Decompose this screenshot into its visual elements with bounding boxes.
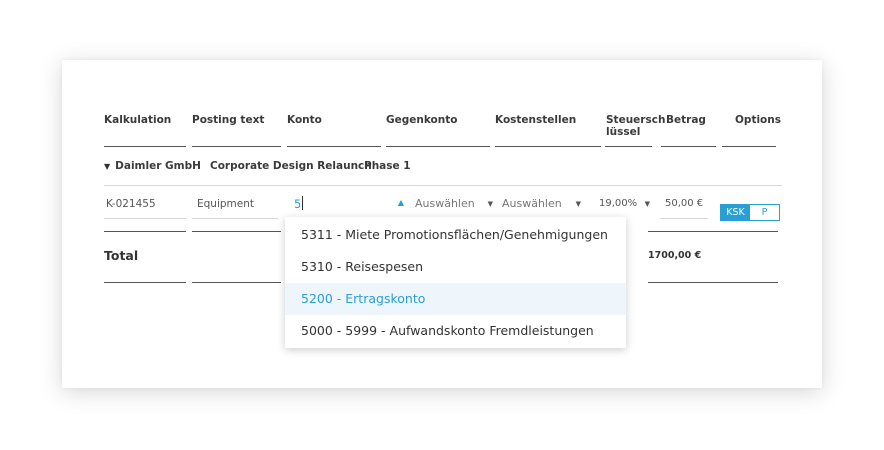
total-divider xyxy=(104,282,186,283)
row-kalkulation: K-021455 xyxy=(106,198,156,210)
accounting-card: Kalkulation Posting text Konto Gegenkont… xyxy=(62,60,822,388)
group-client: Daimler GmbH xyxy=(115,160,201,172)
triangle-down-icon: ▼ xyxy=(104,161,111,171)
row-divider xyxy=(192,231,281,232)
text-cursor xyxy=(302,196,303,210)
header-steuerschluessel: Steuersch lüssel xyxy=(606,114,666,138)
field-underline xyxy=(192,218,278,219)
header-underline xyxy=(104,146,186,147)
options-toggle: KSK P xyxy=(720,204,780,221)
total-amount: 1700,00 € xyxy=(648,250,702,261)
dropdown-option[interactable]: 5000 - 5999 - Aufwandskonto Fremdleistun… xyxy=(285,315,626,347)
konto-input[interactable]: 5 ▲ xyxy=(286,191,408,218)
caret-down-icon: ▼ xyxy=(575,199,581,208)
row-betrag[interactable]: 50,00 € xyxy=(665,198,703,209)
header-kalkulation: Kalkulation xyxy=(104,114,172,126)
field-underline xyxy=(660,218,708,219)
dropdown-option[interactable]: 5310 - Reisespesen xyxy=(285,251,626,283)
dropdown-option[interactable]: 5311 - Miete Promotionsflächen/Genehmigu… xyxy=(285,219,626,251)
row-divider xyxy=(104,231,186,232)
kostenstellen-select[interactable]: Auswählen ▼ xyxy=(502,197,581,210)
kostenstellen-value: Auswählen xyxy=(502,197,562,210)
dropdown-option-selected[interactable]: 5200 - Ertragskonto xyxy=(285,283,626,315)
steuer-value: 19,00% xyxy=(599,198,638,209)
group-project: Corporate Design Relaunch xyxy=(210,160,372,172)
gegenkonto-value: Auswählen xyxy=(415,197,475,210)
header-underline xyxy=(722,146,776,147)
header-betrag: Betrag xyxy=(666,114,706,126)
gegenkonto-select[interactable]: Auswählen ▼ xyxy=(415,197,493,210)
steuer-select[interactable]: 19,00% ▼ xyxy=(599,198,650,209)
header-underline xyxy=(661,146,716,147)
group-toggle[interactable]: ▼ Daimler GmbH xyxy=(104,160,201,172)
total-divider xyxy=(648,282,778,283)
total-divider xyxy=(192,282,281,283)
chevron-up-icon[interactable]: ▲ xyxy=(398,198,404,207)
header-underline xyxy=(386,146,490,147)
ksk-button[interactable]: KSK xyxy=(721,205,750,220)
group-phase: Phase 1 xyxy=(364,160,411,172)
total-label: Total xyxy=(104,248,139,263)
caret-down-icon: ▼ xyxy=(644,199,650,208)
field-underline xyxy=(104,218,186,219)
konto-input-value: 5 xyxy=(294,197,302,211)
p-button[interactable]: P xyxy=(750,205,779,220)
header-posting-text: Posting text xyxy=(192,114,265,126)
konto-dropdown: 5311 - Miete Promotionsflächen/Genehmigu… xyxy=(285,217,626,348)
header-gegenkonto: Gegenkonto xyxy=(386,114,458,126)
header-kostenstellen: Kostenstellen xyxy=(495,114,577,126)
caret-down-icon: ▼ xyxy=(487,199,493,208)
row-divider xyxy=(648,231,778,232)
header-underline xyxy=(605,146,652,147)
row-posting-text[interactable]: Equipment xyxy=(197,198,254,210)
header-underline xyxy=(287,146,381,147)
group-divider xyxy=(104,185,782,186)
header-konto: Konto xyxy=(287,114,322,126)
header-underline xyxy=(192,146,281,147)
header-options: Options xyxy=(735,114,781,126)
header-underline xyxy=(495,146,601,147)
